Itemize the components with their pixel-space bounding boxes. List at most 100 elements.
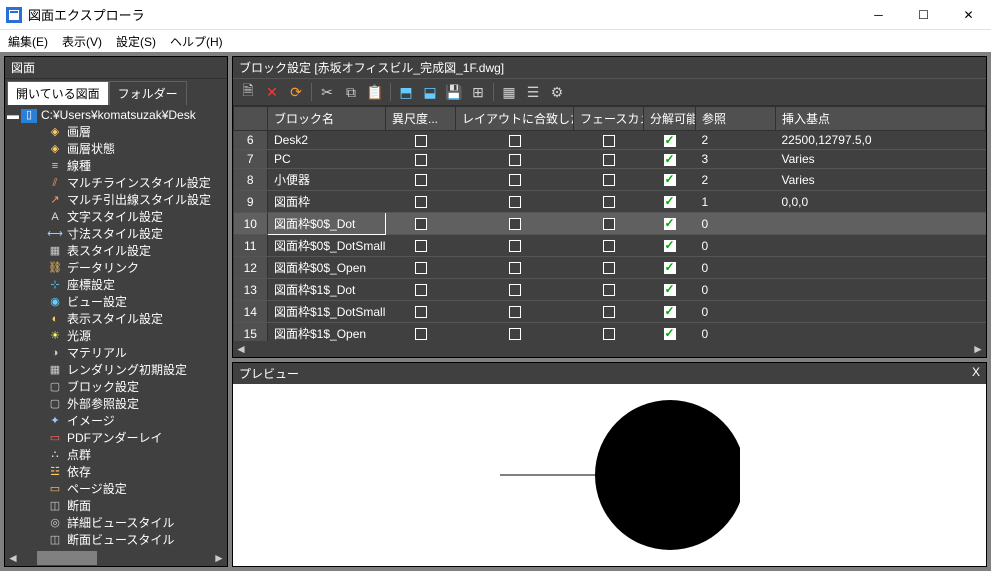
cell-rot[interactable]: [456, 279, 574, 301]
tab-open-drawings[interactable]: 開いている図面: [7, 81, 109, 105]
cell-iso[interactable]: [386, 169, 456, 191]
checkbox-icon[interactable]: [603, 196, 615, 208]
insert-icon[interactable]: ⬒: [395, 81, 417, 103]
checkbox-icon[interactable]: [509, 154, 521, 166]
col-rot[interactable]: レイアウトに合致した回転: [456, 107, 574, 131]
checkbox-icon[interactable]: [509, 262, 521, 274]
cell-bun[interactable]: [644, 150, 696, 169]
col-blockname[interactable]: ブロック名: [268, 107, 386, 131]
cell-bun[interactable]: [644, 131, 696, 150]
table-row[interactable]: 6Desk2222500,12797.5,0: [234, 131, 986, 150]
tree-item[interactable]: ✦イメージ: [47, 413, 225, 430]
scroll-left-icon[interactable]: ◄: [5, 550, 21, 566]
cell-iso[interactable]: [386, 213, 456, 235]
cell-rot[interactable]: [456, 169, 574, 191]
cell-blockname[interactable]: 図面枠$0$_Dot: [268, 213, 386, 235]
tree-item[interactable]: ◎詳細ビュースタイル: [47, 515, 225, 532]
cell-iso[interactable]: [386, 279, 456, 301]
copy-icon[interactable]: ⧉: [340, 81, 362, 103]
checkbox-icon[interactable]: [509, 196, 521, 208]
cell-rot[interactable]: [456, 235, 574, 257]
checkbox-icon[interactable]: [603, 262, 615, 274]
new-icon[interactable]: 🗎: [237, 81, 259, 103]
tree-item[interactable]: ⊹座標設定: [47, 277, 225, 294]
cell-face[interactable]: [574, 279, 644, 301]
menu-settings[interactable]: 設定(S): [116, 33, 156, 50]
icons-icon[interactable]: ▦: [498, 81, 520, 103]
cell-blockname[interactable]: 図面枠$1$_DotSmall: [268, 301, 386, 323]
checkbox-icon[interactable]: [603, 306, 615, 318]
tree-item[interactable]: ◈画層: [47, 124, 225, 141]
tree-item[interactable]: A文字スタイル設定: [47, 209, 225, 226]
cell-rot[interactable]: [456, 150, 574, 169]
checkbox-icon[interactable]: [509, 240, 521, 252]
cell-bun[interactable]: [644, 257, 696, 279]
cell-face[interactable]: [574, 301, 644, 323]
checkbox-icon[interactable]: [415, 174, 427, 186]
checkbox-icon[interactable]: [664, 262, 676, 274]
cell-iso[interactable]: [386, 301, 456, 323]
tree-item[interactable]: ▢外部参照設定: [47, 396, 225, 413]
cell-blockname[interactable]: 図面枠: [268, 191, 386, 213]
checkbox-icon[interactable]: [664, 196, 676, 208]
cell-bun[interactable]: [644, 191, 696, 213]
cell-blockname[interactable]: Desk2: [268, 131, 386, 150]
cell-rot[interactable]: [456, 213, 574, 235]
checkbox-icon[interactable]: [509, 218, 521, 230]
tree-item[interactable]: ▦表スタイル設定: [47, 243, 225, 260]
tree-item[interactable]: ◐表示スタイル設定: [47, 311, 225, 328]
preview-close-icon[interactable]: X: [972, 365, 980, 382]
tree-item[interactable]: ⛓データリンク: [47, 260, 225, 277]
checkbox-icon[interactable]: [603, 328, 615, 340]
cell-rot[interactable]: [456, 191, 574, 213]
cell-ins[interactable]: Varies: [776, 169, 986, 191]
checkbox-icon[interactable]: [664, 240, 676, 252]
tree-item[interactable]: ∴点群: [47, 447, 225, 464]
cell-rot[interactable]: [456, 323, 574, 342]
cell-ref[interactable]: 0: [696, 235, 776, 257]
tree-h-scrollbar[interactable]: ◄ ►: [5, 550, 227, 566]
tree-item[interactable]: ◉ビュー設定: [47, 294, 225, 311]
menu-help[interactable]: ヘルプ(H): [170, 33, 223, 50]
cell-face[interactable]: [574, 257, 644, 279]
cell-iso[interactable]: [386, 191, 456, 213]
table-row[interactable]: 13図面枠$1$_Dot0: [234, 279, 986, 301]
checkbox-icon[interactable]: [603, 284, 615, 296]
save-icon[interactable]: 💾: [443, 81, 465, 103]
tree-item[interactable]: ▦レンダリング初期設定: [47, 362, 225, 379]
checkbox-icon[interactable]: [415, 262, 427, 274]
cell-rot[interactable]: [456, 301, 574, 323]
cell-ref[interactable]: 0: [696, 279, 776, 301]
checkbox-icon[interactable]: [415, 240, 427, 252]
table-row[interactable]: 14図面枠$1$_DotSmall0: [234, 301, 986, 323]
menu-edit[interactable]: 編集(E): [8, 33, 48, 50]
cell-face[interactable]: [574, 131, 644, 150]
delete-icon[interactable]: ✕: [261, 81, 283, 103]
checkbox-icon[interactable]: [509, 306, 521, 318]
cell-ref[interactable]: 0: [696, 301, 776, 323]
cell-ins[interactable]: [776, 323, 986, 342]
options-icon[interactable]: ⚙: [546, 81, 568, 103]
checkbox-icon[interactable]: [415, 196, 427, 208]
checkbox-icon[interactable]: [415, 306, 427, 318]
cell-face[interactable]: [574, 150, 644, 169]
cell-iso[interactable]: [386, 150, 456, 169]
checkbox-icon[interactable]: [664, 328, 676, 340]
scroll-thumb[interactable]: [37, 551, 97, 565]
checkbox-icon[interactable]: [603, 218, 615, 230]
tree-item[interactable]: ▭PDFアンダーレイ: [47, 430, 225, 447]
table-row[interactable]: 10図面枠$0$_Dot0: [234, 213, 986, 235]
cell-bun[interactable]: [644, 213, 696, 235]
table-row[interactable]: 8小便器2Varies: [234, 169, 986, 191]
col-ref[interactable]: 参照: [696, 107, 776, 131]
cell-ref[interactable]: 0: [696, 257, 776, 279]
cell-blockname[interactable]: PC: [268, 150, 386, 169]
cell-iso[interactable]: [386, 131, 456, 150]
checkbox-icon[interactable]: [664, 154, 676, 166]
insert-ext-icon[interactable]: ⬓: [419, 81, 441, 103]
maximize-button[interactable]: ☐: [901, 0, 946, 30]
checkbox-icon[interactable]: [664, 174, 676, 186]
cut-icon[interactable]: ✂: [316, 81, 338, 103]
cell-bun[interactable]: [644, 323, 696, 342]
table-row[interactable]: 12図面枠$0$_Open0: [234, 257, 986, 279]
